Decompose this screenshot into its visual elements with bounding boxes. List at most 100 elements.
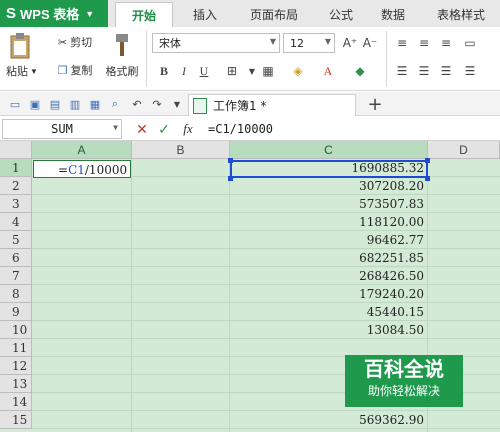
resize-handle[interactable] bbox=[228, 176, 233, 181]
column-header-b[interactable]: B bbox=[132, 141, 230, 159]
tab-formulas[interactable]: 公式 bbox=[318, 2, 364, 27]
cell-c4[interactable]: 118120.00 bbox=[230, 213, 427, 231]
grow-font-button[interactable]: A⁺ bbox=[340, 33, 360, 53]
cell-c7[interactable]: 268426.50 bbox=[230, 267, 427, 285]
divider bbox=[146, 31, 147, 87]
export-pdf-icon[interactable]: ▦ bbox=[86, 95, 104, 113]
row-header[interactable]: 6 bbox=[0, 249, 32, 267]
app-name: WPS 表格 bbox=[20, 7, 80, 22]
save-icon[interactable]: ▣ bbox=[26, 95, 44, 113]
open-folder-icon[interactable]: ▭ bbox=[6, 95, 24, 113]
watermark-subtitle: 助你轻松解决 bbox=[367, 384, 440, 398]
name-box[interactable]: SUM ▼ bbox=[2, 119, 122, 139]
a1-cell-reference: C1 bbox=[68, 163, 85, 177]
row-header[interactable]: 9 bbox=[0, 303, 32, 321]
formula-bar: SUM ▼ ✕ ✓ fx =C1/10000 bbox=[0, 117, 500, 141]
cancel-icon[interactable]: ✕ bbox=[134, 121, 150, 137]
new-tab-button[interactable]: + bbox=[366, 94, 384, 115]
find-icon[interactable]: ⌕ bbox=[106, 95, 124, 113]
name-box-value: SUM bbox=[51, 122, 73, 136]
tab-home[interactable]: 开始 bbox=[115, 2, 173, 27]
font-name-select[interactable]: 宋体 ▼ bbox=[152, 33, 280, 53]
watermark-title: 百科全说 bbox=[364, 357, 444, 381]
chevron-down-icon: ▼ bbox=[324, 37, 331, 46]
row-header[interactable]: 4 bbox=[0, 213, 32, 231]
resize-handle[interactable] bbox=[425, 158, 430, 163]
cell-c6[interactable]: 682251.85 bbox=[230, 249, 427, 267]
align-center-icon[interactable]: ☰ bbox=[414, 61, 434, 81]
align-top-icon[interactable]: ≡ bbox=[392, 33, 412, 53]
cell-c5[interactable]: 96462.77 bbox=[230, 231, 427, 249]
chevron-down-icon: ▼ bbox=[85, 8, 95, 19]
referenced-cell-highlight bbox=[230, 160, 428, 178]
cell-c3[interactable]: 573507.83 bbox=[230, 195, 427, 213]
tab-insert[interactable]: 插入 bbox=[180, 2, 230, 27]
select-all-corner[interactable] bbox=[0, 141, 32, 159]
italic-button[interactable]: I bbox=[174, 61, 194, 81]
row-header[interactable]: 14 bbox=[0, 393, 32, 411]
row-header[interactable]: 5 bbox=[0, 231, 32, 249]
cell-c10[interactable]: 13084.50 bbox=[230, 321, 427, 339]
row-header[interactable]: 10 bbox=[0, 321, 32, 339]
chevron-down-icon: ▼ bbox=[269, 37, 276, 46]
underline-button[interactable]: U bbox=[194, 61, 214, 81]
app-menu-button[interactable]: S WPS 表格 ▼ bbox=[0, 0, 108, 27]
print-icon[interactable]: ▥ bbox=[66, 95, 84, 113]
quick-access-bar: ▭ ▣ ▤ ▥ ▦ ⌕ ↶ ↷ ▼ 工作簿1 * + bbox=[0, 92, 500, 116]
cell-c9[interactable]: 45440.15 bbox=[230, 303, 427, 321]
cell-a1-editing[interactable]: =C1/10000 bbox=[33, 160, 131, 178]
chevron-down-icon: ▼ bbox=[113, 123, 118, 132]
borders-icon[interactable]: ⊞ bbox=[222, 61, 242, 81]
align-right-icon[interactable]: ☰ bbox=[436, 61, 456, 81]
wrap-text-icon[interactable]: ▭ bbox=[460, 33, 480, 53]
document-tab[interactable]: 工作簿1 * bbox=[188, 94, 356, 116]
merge-icon[interactable]: ▦ bbox=[258, 61, 278, 81]
ribbon: 粘贴 ▼ ✂ 剪切 ❐ 复制 格式刷 宋体 ▼ 12 ▼ A⁺ A⁻ B I U ⊞ … bbox=[0, 27, 500, 91]
resize-handle[interactable] bbox=[425, 176, 430, 181]
column-header-a[interactable]: A bbox=[32, 141, 132, 159]
fill-color-icon[interactable]: ◈ bbox=[288, 61, 308, 81]
cut-button[interactable]: ✂ 剪切 bbox=[50, 33, 100, 51]
copy-button[interactable]: ❐ 复制 bbox=[50, 61, 100, 79]
font-color-button[interactable]: A bbox=[318, 61, 338, 81]
undo-icon[interactable]: ↶ bbox=[128, 95, 146, 113]
paste-label: 粘贴 bbox=[6, 66, 29, 78]
confirm-icon[interactable]: ✓ bbox=[156, 121, 172, 137]
print-preview-icon[interactable]: ▤ bbox=[46, 95, 64, 113]
clear-format-icon[interactable]: ◆ bbox=[350, 61, 370, 81]
row-header[interactable]: 7 bbox=[0, 267, 32, 285]
row-header[interactable]: 3 bbox=[0, 195, 32, 213]
paste-icon[interactable] bbox=[6, 31, 34, 61]
row-header[interactable]: 13 bbox=[0, 375, 32, 393]
cell-c15[interactable]: 569362.90 bbox=[230, 411, 427, 429]
font-name-value: 宋体 bbox=[159, 37, 181, 50]
redo-icon[interactable]: ↷ bbox=[148, 95, 166, 113]
tab-data[interactable]: 数据 bbox=[370, 2, 416, 27]
cell-c8[interactable]: 179240.20 bbox=[230, 285, 427, 303]
column-header-c[interactable]: C bbox=[230, 141, 428, 159]
column-header-d[interactable]: D bbox=[428, 141, 500, 159]
row-header[interactable]: 12 bbox=[0, 357, 32, 375]
insert-function-button[interactable]: fx bbox=[178, 121, 198, 137]
cell-c2[interactable]: 307208.20 bbox=[230, 177, 427, 195]
tab-page-layout[interactable]: 页面布局 bbox=[236, 2, 312, 27]
align-left-icon[interactable]: ☰ bbox=[392, 61, 412, 81]
format-painter-label[interactable]: 格式刷 bbox=[102, 63, 142, 79]
font-size-select[interactable]: 12 ▼ bbox=[283, 33, 335, 53]
row-header[interactable]: 8 bbox=[0, 285, 32, 303]
shrink-font-button[interactable]: A⁻ bbox=[360, 33, 380, 53]
formula-input[interactable]: =C1/10000 bbox=[208, 119, 498, 139]
align-bottom-icon[interactable]: ≡ bbox=[436, 33, 456, 53]
tab-table-style[interactable]: 表格样式 bbox=[422, 2, 500, 27]
row-header[interactable]: 11 bbox=[0, 339, 32, 357]
chevron-down-icon[interactable]: ▼ bbox=[168, 95, 186, 113]
format-painter-icon[interactable] bbox=[106, 31, 136, 59]
align-middle-icon[interactable]: ≡ bbox=[414, 33, 434, 53]
paste-button[interactable]: 粘贴 ▼ bbox=[2, 63, 42, 79]
row-header[interactable]: 1 bbox=[0, 159, 32, 177]
justify-icon[interactable]: ☰ bbox=[460, 61, 480, 81]
row-header[interactable]: 15 bbox=[0, 411, 32, 429]
bold-button[interactable]: B bbox=[154, 61, 174, 81]
resize-handle[interactable] bbox=[228, 158, 233, 163]
row-header[interactable]: 2 bbox=[0, 177, 32, 195]
